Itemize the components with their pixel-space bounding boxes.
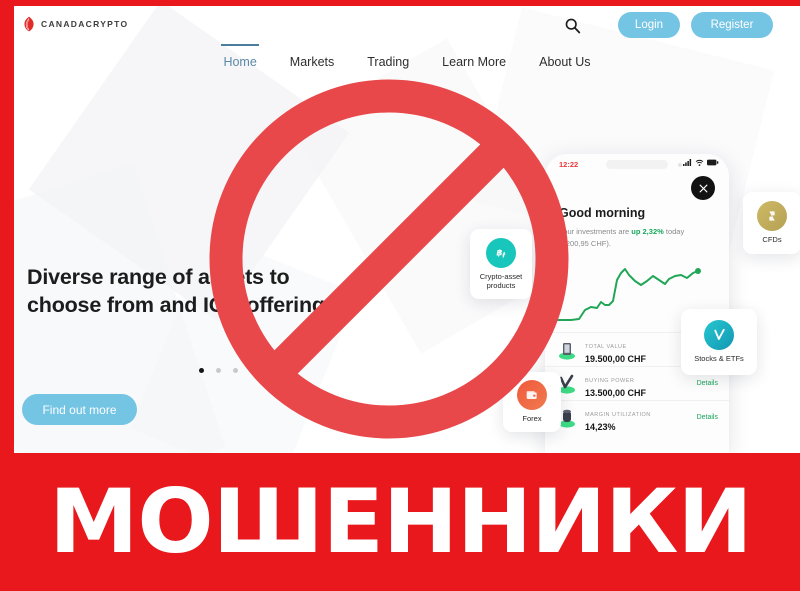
feature-card-label: CFDs (762, 235, 782, 245)
logo[interactable]: CANADACRYPTO (22, 16, 128, 32)
carousel-dot[interactable] (199, 368, 204, 373)
table-row[interactable]: MARGIN UTILIZATION 14,23% Details (545, 400, 729, 434)
phone-status-time: 12:22 (559, 160, 579, 169)
scam-warning-text: МОШЕННИКИ (48, 470, 753, 573)
headline-line-2: choose from and ICO offerings. (27, 292, 343, 317)
subtitle-highlight: up 2,32% (631, 227, 664, 236)
nav-label: Markets (289, 55, 335, 69)
login-button[interactable]: Login (618, 12, 680, 38)
phone-subtitle: Your investments are up 2,32% today (+20… (559, 226, 709, 249)
nav-item-markets[interactable]: Markets (286, 53, 338, 71)
row-label: MARGIN UTILIZATION (585, 412, 651, 418)
main-navigation: Home Markets Trading Learn More About Us (14, 44, 800, 71)
phone-notch (606, 160, 682, 169)
nav-label: Home (223, 55, 257, 69)
hero-headline: Diverse range of assets to choose from a… (27, 264, 447, 319)
close-icon[interactable] (691, 176, 715, 200)
screenshot-root: CANADACRYPTO Login Register Home Markets (0, 0, 800, 591)
cfd-icon (757, 201, 787, 232)
svg-text:ł: ł (501, 251, 506, 260)
carousel-dot[interactable] (233, 368, 238, 373)
nav-item-home[interactable]: Home (219, 44, 260, 71)
details-link[interactable]: Details (697, 380, 718, 387)
site-header: CANADACRYPTO Login Register (14, 6, 800, 46)
phone-stack-icon (556, 339, 578, 361)
chart-arrow-icon (704, 320, 734, 351)
carousel-dot[interactable] (216, 368, 221, 373)
website-screenshot: CANADACRYPTO Login Register Home Markets (14, 6, 800, 453)
nav-label: Learn More (442, 55, 507, 69)
details-link[interactable]: Details (697, 414, 718, 421)
logo-text: CANADACRYPTO (41, 19, 129, 29)
row-value: 13.500,00 CHF (585, 388, 647, 398)
feature-card-cfds[interactable]: CFDs (743, 192, 800, 254)
battery-icon (707, 159, 719, 166)
maple-leaf-icon (22, 16, 36, 32)
bitcoin-icon: ฿ ł (486, 237, 516, 268)
find-out-more-button[interactable]: Find out more (22, 394, 137, 425)
wallet-icon (517, 380, 547, 411)
subtitle-prefix: Your investments are (559, 227, 632, 236)
nav-item-learn-more[interactable]: Learn More (438, 53, 510, 71)
row-label: TOTAL VALUE (585, 344, 627, 350)
wifi-icon (695, 159, 704, 166)
feature-card-label: Stocks & ETFs (694, 354, 744, 364)
phone-greeting: Good morning (559, 206, 646, 220)
search-icon[interactable] (564, 17, 581, 34)
register-button[interactable]: Register (691, 12, 773, 38)
phone-mockup: 12:22 Good morning Your investments are … (545, 154, 729, 453)
scam-warning-banner: МОШЕННИКИ (0, 453, 800, 591)
nav-label: Trading (367, 55, 410, 69)
feature-card-label: Crypto-asset products (479, 271, 523, 290)
nav-label: About Us (539, 55, 591, 69)
row-value: 14,23% (585, 422, 616, 432)
feature-card-stocks-etfs[interactable]: Stocks & ETFs (681, 309, 757, 375)
feature-card-crypto-assets[interactable]: ฿ ł Crypto-asset products (470, 229, 532, 299)
feature-card-forex[interactable]: Forex (503, 372, 561, 432)
active-tab-underline (221, 44, 259, 46)
phone-status-icons (683, 159, 719, 166)
headline-line-1: Diverse range of assets to (27, 265, 290, 289)
nav-item-trading[interactable]: Trading (363, 53, 413, 71)
nav-item-about-us[interactable]: About Us (535, 53, 594, 71)
carousel-dot[interactable] (250, 368, 255, 373)
carousel-dots (199, 368, 255, 373)
feature-card-label: Forex (522, 414, 542, 424)
signal-icon (683, 159, 692, 166)
row-label: BUYING POWER (585, 378, 635, 384)
